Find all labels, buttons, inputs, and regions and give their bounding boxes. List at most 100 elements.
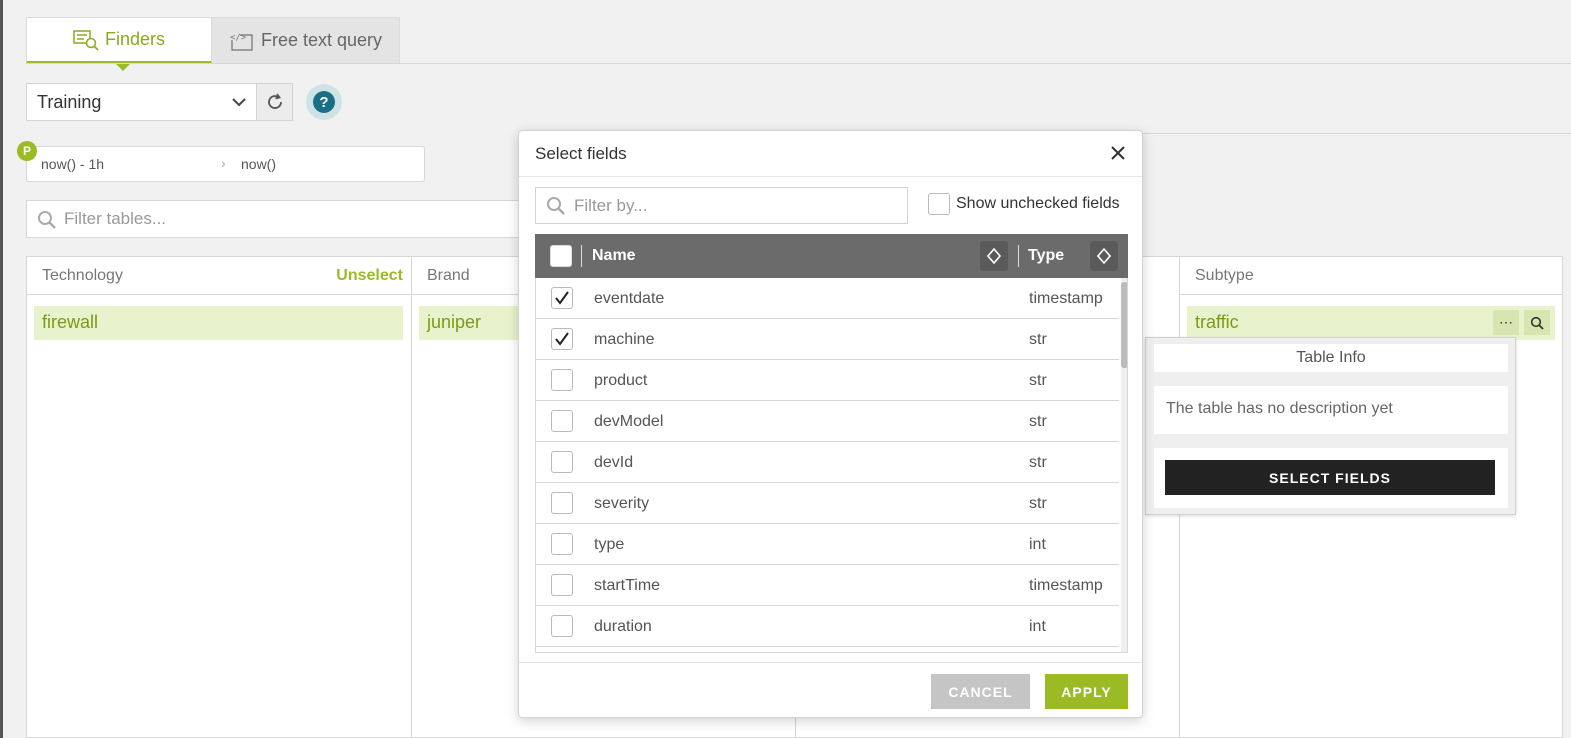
field-type: str <box>1029 495 1047 512</box>
sort-type-button[interactable] <box>1090 241 1118 271</box>
list-item-label: traffic <box>1195 312 1239 332</box>
fields-grid-body: duration int startTime timestamp type int seve… <box>535 278 1128 653</box>
field-name: type <box>594 536 625 553</box>
header-separator <box>1018 245 1019 267</box>
table-row[interactable]: severity str <box>536 483 1119 524</box>
field-name: duration <box>594 618 652 635</box>
table-row[interactable]: eventdate timestamp <box>536 278 1119 319</box>
field-name: machine <box>594 331 655 348</box>
fields-grid-header: Name Type <box>535 234 1128 278</box>
date-to[interactable]: now() <box>241 156 276 172</box>
column-header: Technology Unselect <box>27 257 411 295</box>
domain-select[interactable]: Training <box>26 83 257 121</box>
ellipsis-icon: ⋯ <box>1499 314 1513 330</box>
scrollbar-thumb[interactable] <box>1121 282 1127 368</box>
table-info-actions: SELECT FIELDS <box>1154 448 1508 508</box>
select-fields-dialog: Select fields Filter by... Show unchecke… <box>518 130 1143 718</box>
field-name: product <box>594 372 648 389</box>
checkmark-icon <box>555 291 569 305</box>
row-checkbox[interactable] <box>551 574 573 596</box>
show-unchecked-toggle[interactable]: Show unchecked fields <box>928 193 1120 215</box>
row-checkbox[interactable] <box>551 369 573 391</box>
date-from[interactable]: now() - 1h <box>41 156 104 172</box>
tab-free-text-query[interactable]: </> Free text query <box>212 17 400 64</box>
unselect-link[interactable]: Unselect <box>336 267 403 285</box>
chevron-right-icon: › <box>221 155 226 171</box>
apply-button[interactable]: APPLY <box>1045 674 1128 709</box>
dialog-title: Select fields <box>535 144 627 163</box>
row-checkbox[interactable] <box>551 533 573 555</box>
search-icon <box>38 211 56 229</box>
help-button[interactable]: ? <box>306 84 342 120</box>
list-item-label: juniper <box>427 312 482 332</box>
row-checkbox[interactable] <box>551 287 573 309</box>
section-divider <box>1143 133 1571 134</box>
search-icon <box>1530 316 1544 330</box>
table-row[interactable]: devId str <box>536 442 1119 483</box>
field-name: devId <box>594 454 634 471</box>
date-range-picker[interactable]: now() - 1h › now() <box>26 146 425 182</box>
table-row[interactable]: devModel str <box>536 401 1119 442</box>
sort-icon <box>1097 248 1111 264</box>
finders-icon <box>73 29 99 51</box>
search-icon <box>547 197 565 215</box>
select-all-checkbox[interactable] <box>550 245 572 267</box>
cancel-button[interactable]: CANCEL <box>931 674 1030 709</box>
list-item-label: firewall <box>42 312 99 332</box>
filter-fields-placeholder: Filter by... <box>574 195 648 215</box>
help-icon: ? <box>313 91 335 113</box>
list-item[interactable]: traffic ⋯ <box>1187 306 1555 340</box>
tabs-underline <box>26 63 1571 64</box>
domain-select-value: Training <box>37 91 102 112</box>
table-info-title: Table Info <box>1154 344 1508 372</box>
row-checkbox[interactable] <box>551 451 573 473</box>
row-checkbox[interactable] <box>551 328 573 350</box>
dialog-divider <box>519 176 1142 177</box>
column-header-type[interactable]: Type <box>1028 247 1064 265</box>
table-row[interactable]: duration int <box>536 606 1119 647</box>
table-row[interactable]: machine str <box>536 319 1119 360</box>
field-name: eventdate <box>594 290 665 307</box>
close-icon[interactable] <box>1108 143 1128 163</box>
column-header-label: Technology <box>42 267 123 284</box>
table-row[interactable]: product str <box>536 360 1119 401</box>
field-type: str <box>1029 454 1047 471</box>
show-unchecked-label: Show unchecked fields <box>956 195 1120 212</box>
column-header-label: Subtype <box>1195 267 1254 284</box>
svg-text:</>: </> <box>230 33 247 43</box>
date-range-badge: P <box>17 141 37 161</box>
scrollbar[interactable] <box>1121 278 1127 652</box>
row-checkbox[interactable] <box>551 410 573 432</box>
row-checkbox[interactable] <box>551 615 573 637</box>
sort-icon <box>987 248 1001 264</box>
field-type: timestamp <box>1029 577 1103 594</box>
table-row[interactable]: type int <box>536 524 1119 565</box>
tab-finders[interactable]: Finders <box>26 17 212 71</box>
more-options-button[interactable]: ⋯ <box>1493 310 1519 335</box>
query-tabs: Finders </> Free text query <box>26 17 400 71</box>
row-checkbox[interactable] <box>551 492 573 514</box>
show-unchecked-checkbox[interactable] <box>928 193 950 215</box>
filter-tables-input[interactable]: Filter tables... <box>26 200 526 238</box>
tab-finders-label: Finders <box>104 29 166 49</box>
filter-tables-placeholder: Filter tables... <box>64 209 167 228</box>
code-icon: </> <box>229 31 253 51</box>
filter-fields-input[interactable]: Filter by... <box>535 187 908 224</box>
table-info-description: The table has no description yet <box>1154 386 1508 434</box>
window-edge <box>0 0 3 738</box>
field-name: severity <box>594 495 650 512</box>
list-item[interactable]: firewall <box>34 306 403 340</box>
table-info-button[interactable] <box>1524 310 1550 335</box>
select-fields-button[interactable]: SELECT FIELDS <box>1165 460 1495 495</box>
refresh-button[interactable] <box>256 83 293 121</box>
refresh-icon <box>267 93 282 109</box>
field-type: str <box>1029 331 1047 348</box>
table-row[interactable]: startTime timestamp <box>536 565 1119 606</box>
field-type: timestamp <box>1029 290 1103 307</box>
field-type: str <box>1029 413 1047 430</box>
column-technology: Technology Unselect firewall <box>27 257 412 738</box>
column-header-name[interactable]: Name <box>592 247 636 265</box>
sort-name-button[interactable] <box>980 241 1008 271</box>
header-separator <box>581 245 582 267</box>
tab-free-text-query-label: Free text query <box>260 30 383 50</box>
